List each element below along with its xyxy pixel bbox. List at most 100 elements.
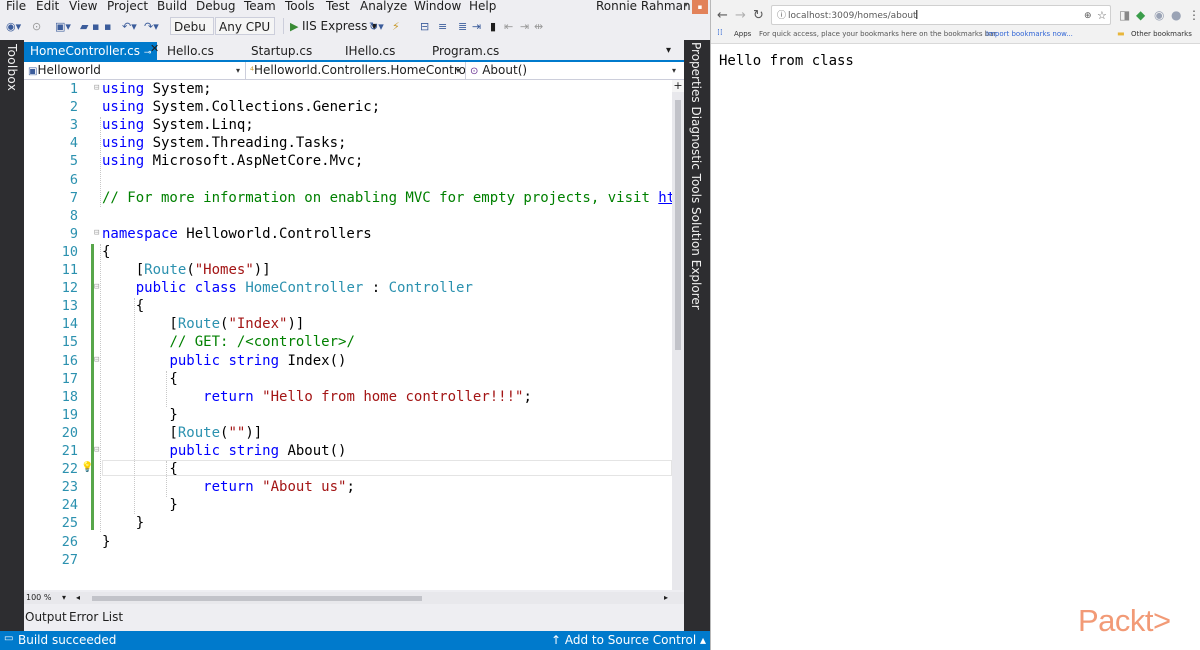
chevron-down-icon[interactable]: ▾ (236, 62, 240, 79)
code-line[interactable]: { (102, 298, 144, 314)
scrollbar-thumb[interactable] (92, 596, 422, 601)
code-line[interactable]: public string About() (102, 443, 346, 459)
menu-team[interactable]: Team (244, 0, 276, 13)
horizontal-scrollbar[interactable]: 100 % ▾ ◂ ▸ (24, 592, 684, 604)
code-line[interactable]: return "About us"; (102, 479, 355, 495)
code-editor[interactable]: 💡 1 ⊟ using System; 2 using System.Collection… (24, 80, 672, 590)
code-line[interactable]: } (102, 515, 144, 531)
code-line[interactable]: using System.Linq; (102, 117, 254, 133)
tab-startup[interactable]: Startup.cs (251, 42, 312, 60)
collapse-region-icon[interactable]: ⊟ (94, 445, 99, 455)
feedback-icon[interactable]: ▪ (692, 0, 708, 14)
bookmark-next-icon[interactable]: ⇥ (520, 20, 529, 33)
platform-select[interactable]: Any CPU ▾ (215, 17, 275, 52)
project-dropdown[interactable]: ▣Helloworld (24, 62, 246, 79)
account-name[interactable]: Ronnie Rahman (596, 0, 691, 13)
code-line[interactable]: [Route("Index")] (102, 316, 304, 332)
scroll-left-icon[interactable]: ◂ (76, 593, 80, 602)
run-target-button[interactable]: IIS Express ▾ (302, 19, 377, 33)
code-line[interactable]: } (102, 497, 177, 513)
zoom-icon[interactable]: ⊕ (1084, 6, 1092, 26)
menu-help[interactable]: Help (469, 0, 496, 13)
code-line[interactable]: // GET: /<controller>/ (102, 334, 354, 350)
code-line[interactable]: { (102, 371, 177, 387)
toolbox-panel-strip[interactable]: Toolbox (0, 40, 24, 631)
add-to-source-control[interactable]: ↑ Add to Source Control ▴ (551, 633, 706, 647)
close-tab-icon[interactable]: ✕ (150, 42, 159, 55)
run-icon[interactable]: ▶ (290, 20, 298, 33)
bookmark-clear-icon[interactable]: ⇹ (534, 20, 543, 33)
code-line[interactable]: return "Hello from home controller!!!"; (102, 389, 532, 405)
tab-homecontroller[interactable]: HomeController.cs ⊸ (24, 42, 158, 60)
tab-overflow-icon[interactable]: ▾ (666, 42, 671, 60)
side-panels-label[interactable]: Properties Diagnostic Tools Solution Exp… (689, 42, 703, 310)
scrollbar-thumb[interactable] (675, 100, 681, 350)
code-line[interactable]: [Route("")] (102, 425, 262, 441)
collapse-region-icon[interactable]: ⊟ (94, 355, 99, 365)
forward-nav-icon[interactable]: ⊙ (32, 20, 41, 33)
code-line[interactable]: using System; (102, 81, 212, 97)
info-icon[interactable]: ⓘ (777, 6, 786, 26)
type-dropdown[interactable]: ⁴Helloworld.Controllers.HomeControll· (246, 62, 466, 79)
chevron-down-icon[interactable]: ▾ (456, 62, 460, 79)
scroll-right-icon[interactable]: ▸ (664, 593, 668, 602)
menu-file[interactable]: File (6, 0, 26, 13)
menu-build[interactable]: Build (157, 0, 187, 13)
code-line[interactable]: using Microsoft.AspNetCore.Mvc; (102, 153, 363, 169)
code-line[interactable]: } (102, 407, 177, 423)
tab-ihello[interactable]: IHello.cs (345, 42, 395, 60)
align-icon[interactable]: ≣ (458, 20, 467, 33)
extension-icon[interactable]: ◉ (1154, 8, 1164, 22)
tab-output[interactable]: Output (25, 610, 67, 624)
menu-window[interactable]: Window (414, 0, 461, 13)
other-bookmarks[interactable]: Other bookmarks (1131, 30, 1192, 38)
save-icon[interactable]: ▪ (92, 20, 99, 33)
bookmark-icon[interactable]: ▮ (490, 20, 496, 33)
back-nav-icon[interactable]: ◉▾ (6, 20, 21, 33)
code-line[interactable]: { (102, 244, 110, 260)
collapse-region-icon[interactable]: ⊟ (94, 228, 99, 238)
collapse-region-icon[interactable]: ⊟ (94, 282, 99, 292)
import-bookmarks-link[interactable]: Import bookmarks now... (986, 30, 1073, 38)
address-bar[interactable]: ⓘ localhost:3009/homes/about I ⊕ ☆ (771, 5, 1111, 25)
code-line[interactable]: namespace Helloworld.Controllers (102, 226, 372, 242)
tool-windows-strip[interactable]: Properties Diagnostic Tools Solution Exp… (684, 40, 710, 631)
account-caret-icon[interactable]: ▾ (684, 0, 688, 9)
code-line[interactable]: // For more information on enabling MVC … (102, 190, 672, 206)
code-line[interactable]: } (102, 534, 110, 550)
star-icon[interactable]: ☆ (1097, 6, 1107, 26)
tab-error-list[interactable]: Error List (69, 610, 123, 624)
menu-edit[interactable]: Edit (36, 0, 59, 13)
reload-icon[interactable]: ↻ (753, 8, 764, 23)
forward-arrow-icon[interactable]: → (735, 8, 746, 23)
menu-project[interactable]: Project (107, 0, 148, 13)
refresh-icon[interactable]: ↻▾ (369, 20, 384, 33)
comment-icon[interactable]: ≡ (438, 20, 447, 33)
menu-test[interactable]: Test (326, 0, 350, 13)
format-icon[interactable]: ⊟ (420, 20, 429, 33)
save-all-icon[interactable]: ▪ (104, 20, 111, 33)
apps-grid-icon[interactable]: ⁞⁞ (717, 28, 723, 38)
redo-icon[interactable]: ↷▾ (144, 20, 159, 33)
menu-view[interactable]: View (69, 0, 97, 13)
browser-link-icon[interactable]: ⚡ (392, 20, 400, 33)
extension-icon[interactable]: ● (1171, 8, 1181, 22)
code-line[interactable]: { (102, 461, 177, 477)
code-line[interactable]: public class HomeController : Controller (102, 280, 473, 296)
shield-icon[interactable]: ◆ (1136, 8, 1145, 22)
code-line[interactable]: [Route("Homes")] (102, 262, 271, 278)
folder-icon[interactable]: ▬ (1117, 29, 1125, 38)
undo-icon[interactable]: ↶▾ (122, 20, 137, 33)
code-line[interactable]: using System.Threading.Tasks; (102, 135, 346, 151)
bookmark-prev-icon[interactable]: ⇤ (504, 20, 513, 33)
menu-analyze[interactable]: Analyze (360, 0, 407, 13)
open-file-icon[interactable]: ▰ (80, 20, 88, 33)
member-dropdown[interactable]: ⊙ About() (466, 62, 684, 79)
tab-hello[interactable]: Hello.cs (167, 42, 214, 60)
extension-icon[interactable]: ◨ (1119, 8, 1130, 22)
collapse-region-icon[interactable]: ⊟ (94, 83, 99, 93)
code-line[interactable]: public string Index() (102, 353, 346, 369)
code-line[interactable]: using System.Collections.Generic; (102, 99, 380, 115)
chevron-down-icon[interactable]: ▾ (672, 62, 676, 79)
zoom-level[interactable]: 100 % (26, 593, 51, 602)
